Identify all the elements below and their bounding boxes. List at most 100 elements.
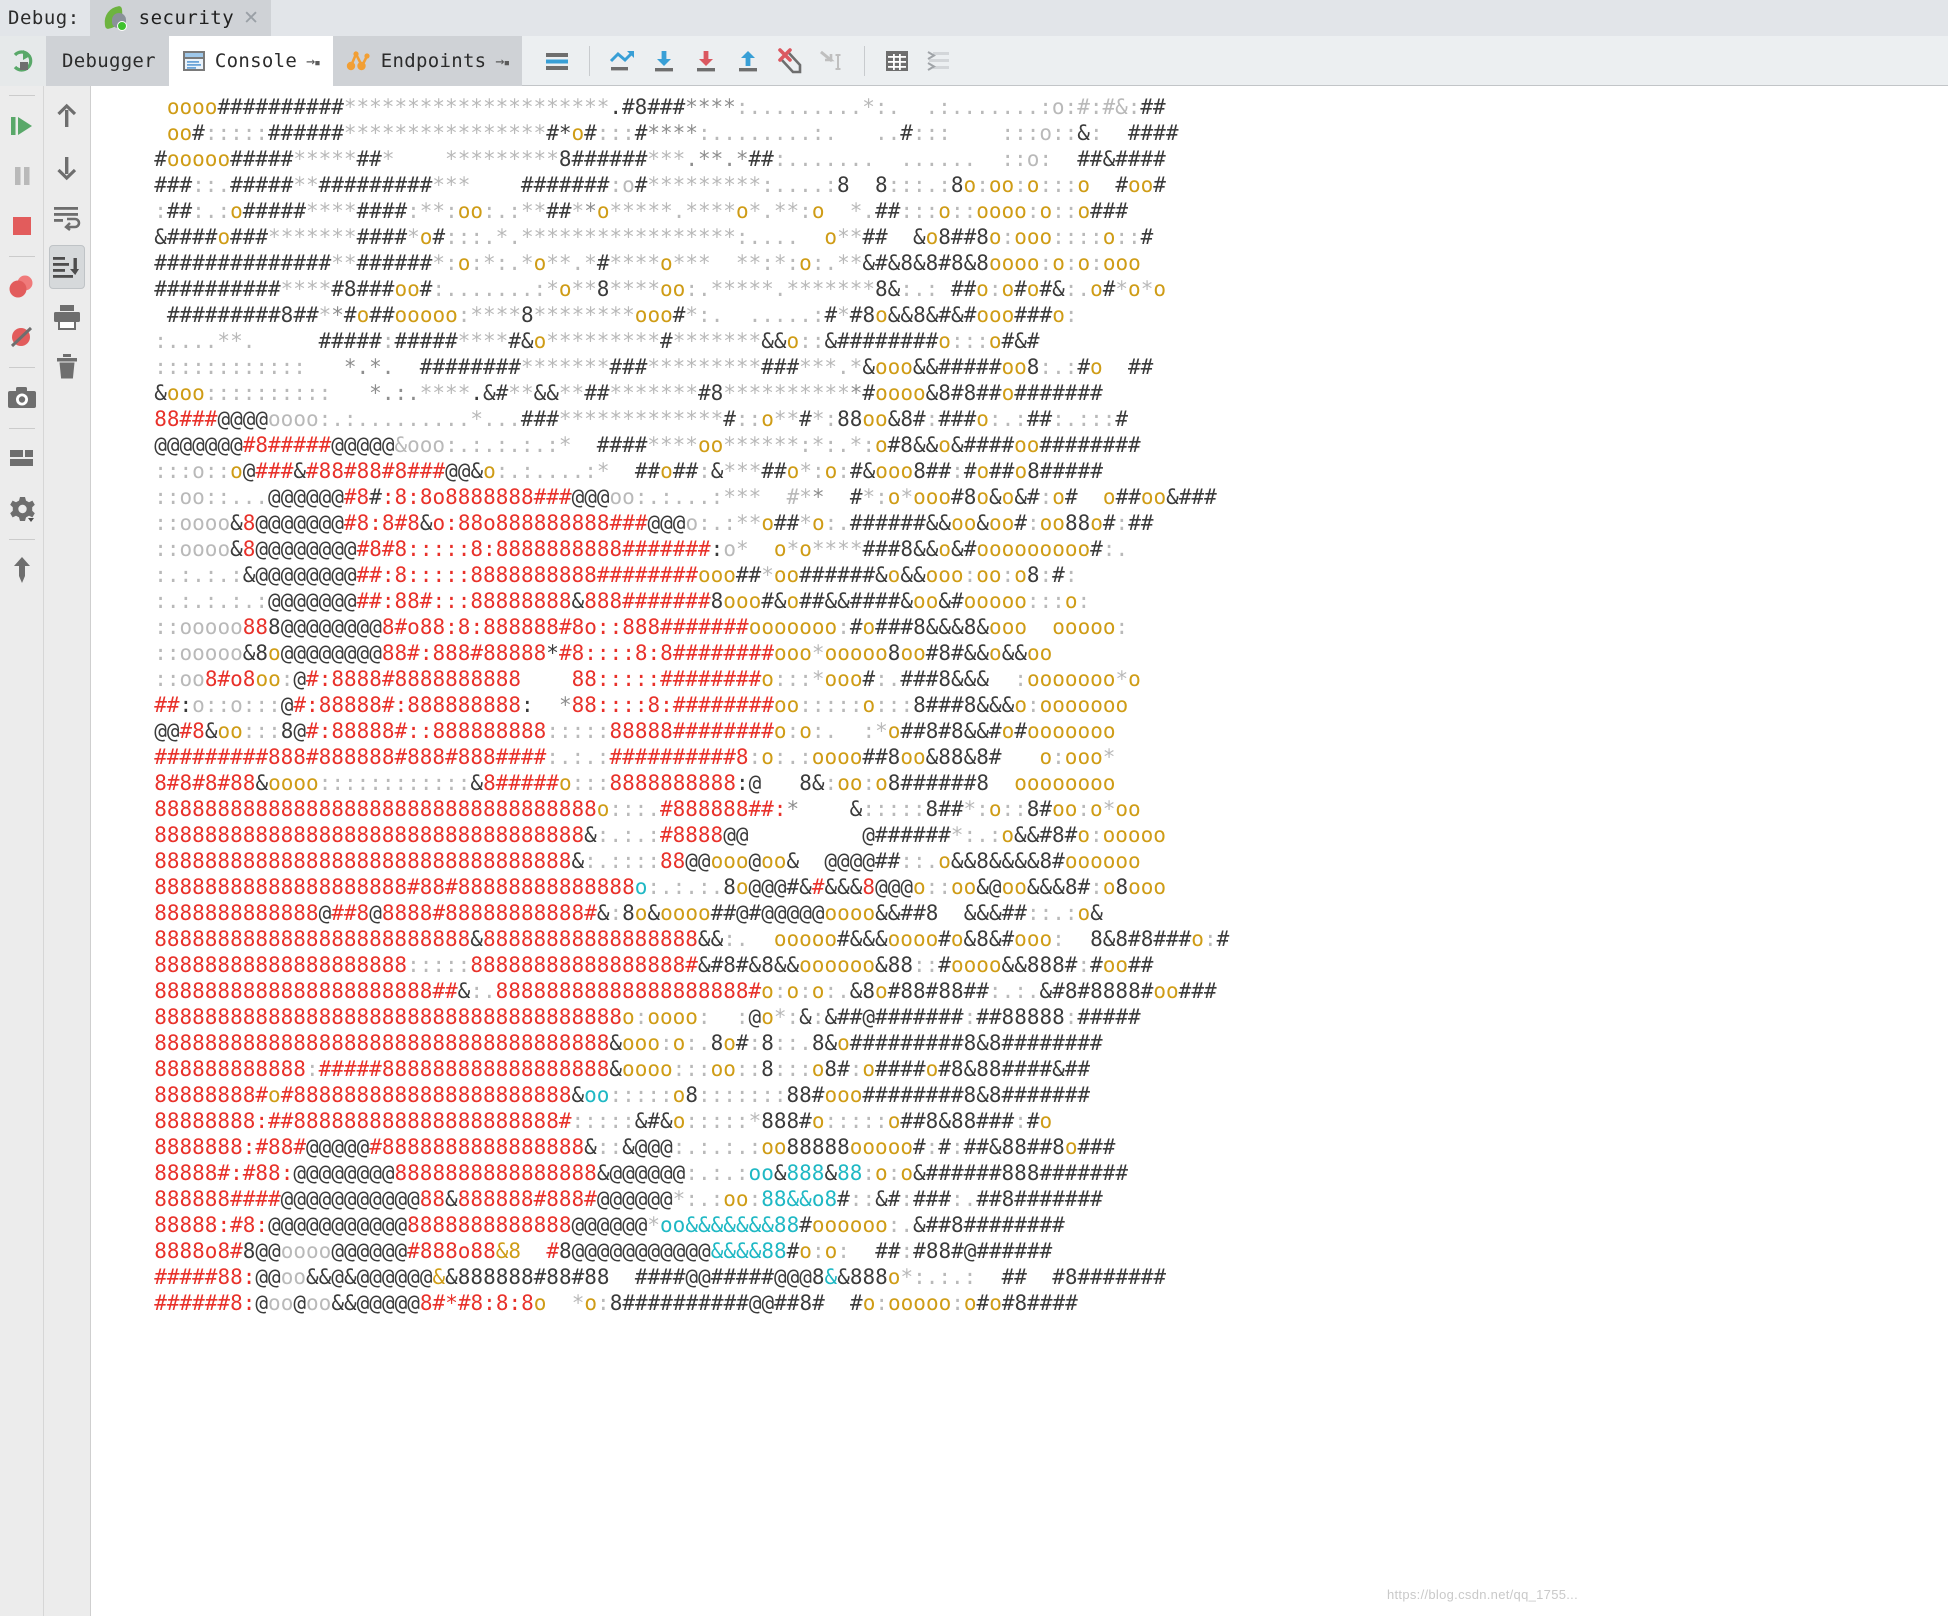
rail-divider xyxy=(8,367,35,368)
tab-console-label: Console xyxy=(214,49,298,72)
ascii-art-line: ::ooooo888@@@@@@@@8#o88:8:888888#8o::888… xyxy=(154,615,1129,639)
up-arrow-icon[interactable] xyxy=(45,92,89,142)
ascii-art-line: 88888#:#88:@@@@@@@@8888888888888888&@@@@… xyxy=(154,1161,1128,1185)
ascii-art-line: #ooooo#####*****##* *********8######***.… xyxy=(154,147,1166,171)
ascii-art-line: ::oooo&8@@@@@@@@#8#8:::::8:8888888888###… xyxy=(154,537,1129,561)
ascii-art-line: ######8:@oo@oo&&@@@@@8#*#8:8:8o *o:8####… xyxy=(154,1291,1078,1315)
ascii-art-line: oooo##########*********************.#8##… xyxy=(166,95,1166,119)
stop-program-icon[interactable] xyxy=(0,201,44,251)
ascii-art-line: 8888888888888888888888888888888888888o:o… xyxy=(154,1005,1141,1029)
table-view-icon[interactable] xyxy=(876,36,918,86)
ascii-art-line: ##########****#8###oo#:.......:*o**8****… xyxy=(154,277,1166,301)
rerun-icon[interactable] xyxy=(0,35,46,86)
ascii-art-line: 8888888888888888888888888&88888888888888… xyxy=(154,927,1230,951)
scroll-up-icon[interactable] xyxy=(727,36,769,86)
tab-endpoints-pin-icon[interactable]: →▪ xyxy=(495,52,510,70)
rail-divider xyxy=(8,95,35,96)
ascii-art-line: 8#8#8#88&oooo::::::::::::&8#####o:::8888… xyxy=(154,771,1116,795)
watermark-text: https://blog.csdn.net/qq_1755... xyxy=(1386,1587,1578,1602)
ascii-art-line: 888888####@@@@@@@@@@@88&888888#888#@@@@@… xyxy=(154,1187,1103,1211)
run-configuration-tab[interactable]: security ✕ xyxy=(89,0,272,36)
ascii-art-line: ::ooooo&8o@@@@@@@@88#:888#88888*#8::::8:… xyxy=(154,641,1053,665)
tab-debugger[interactable]: Debugger xyxy=(46,35,169,86)
tab-endpoints-label: Endpoints xyxy=(380,49,487,72)
toolbar-divider-2 xyxy=(864,45,866,76)
ascii-art-line: 88888888888888888888888888888888888o:::.… xyxy=(154,797,1141,821)
view-breakpoints-icon[interactable] xyxy=(0,262,44,312)
scroll-to-top-icon[interactable] xyxy=(601,36,643,86)
ascii-art-line: 888888888888888888888888888888888&:.::::… xyxy=(154,849,1141,873)
debug-actions-rail xyxy=(0,86,44,1616)
console-output-panel[interactable]: oooo##########*********************.#8##… xyxy=(91,86,1948,1616)
ascii-art-line: 88888888#o#8888888888888888888888&oo::::… xyxy=(154,1083,1091,1107)
screenshot-icon[interactable] xyxy=(0,373,44,423)
ascii-art-output: oooo##########*********************.#8##… xyxy=(91,94,1229,1316)
scroll-down-icon[interactable] xyxy=(643,36,685,86)
console-tabs: Debugger Console →▪ Endpoints →▪ xyxy=(46,35,523,86)
ascii-art-line: 8888888:#88#@@@@@#8888888888888888&::&@@… xyxy=(154,1135,1116,1159)
ascii-art-line: ##############**######*:o:*:.*o**.*#****… xyxy=(154,251,1141,275)
tab-debugger-label: Debugger xyxy=(62,49,156,72)
down-arrow-icon[interactable] xyxy=(45,142,89,192)
ascii-art-line: ##:o::o:::@#:88888#:888888888: *88::::8:… xyxy=(154,693,1129,717)
ascii-art-line: #####88:@@oo&&@&@@@@@@&&888888#88#88 ###… xyxy=(154,1265,1167,1289)
spring-leaf-debug-icon xyxy=(102,5,130,31)
ascii-art-line: ::oooo&8@@@@@@@#8:8#8&o:88o888888888###@… xyxy=(154,511,1154,535)
console-icon xyxy=(182,50,206,72)
ascii-art-line: 8888888888888888888888##&:.8888888888888… xyxy=(154,979,1217,1003)
print-icon[interactable] xyxy=(45,292,89,342)
ascii-art-line: ###::.#####**#########*** #######:o#****… xyxy=(154,173,1166,197)
ascii-art-line: 888888888888888888888888888888888888&ooo… xyxy=(154,1031,1103,1055)
tab-console-pin-icon[interactable]: →▪ xyxy=(306,52,321,70)
settings-gear-icon[interactable] xyxy=(0,484,44,534)
ascii-art-line: &####o###*******####*o#:::.*.***********… xyxy=(154,225,1154,249)
debug-tool-window: Debug: security ✕ Debugger Console →▪ En… xyxy=(0,0,1948,1616)
scroll-to-end-active-icon[interactable] xyxy=(45,242,89,292)
resume-program-icon[interactable] xyxy=(0,101,44,151)
trash-icon[interactable] xyxy=(45,342,89,392)
ascii-art-line: :.:.:.:&@@@@@@@@##:8:::::8888888888#####… xyxy=(154,563,1078,587)
rail-divider xyxy=(8,428,35,429)
rail-divider xyxy=(8,539,35,540)
ascii-art-line: 88###@@@@oooo:.:.........*...###********… xyxy=(154,407,1129,431)
console-toolbar: Debugger Console →▪ Endpoints →▪ xyxy=(0,35,1948,86)
ascii-art-line: 888888888888:#####888888888888888888&ooo… xyxy=(154,1057,1091,1081)
soft-wrap-icon[interactable] xyxy=(536,36,578,86)
console-action-buttons xyxy=(522,36,960,86)
ascii-art-line: 8888888888888@##8@8888#88888888888#&:8o&… xyxy=(154,901,1103,925)
tab-console[interactable]: Console →▪ xyxy=(168,35,333,86)
ascii-art-line: 8888o8#8@@oooo@@@@@@#888o88&8 #8@@@@@@@@… xyxy=(154,1239,1053,1263)
ascii-art-line: ::oo8#o8oo:@#:8888#8888888888 88:::::###… xyxy=(154,667,1141,691)
ascii-art-line: :::o::o@###&#88#88#8###@@&o:.:....:* ##o… xyxy=(154,459,1103,483)
rail-divider xyxy=(8,256,35,257)
scroll-to-end-icon[interactable] xyxy=(685,36,727,86)
ascii-art-line: @@@@@@@#8#####@@@@@&ooo:.:.:.:.:* ####**… xyxy=(154,433,1141,457)
debug-label: Debug: xyxy=(8,7,80,29)
close-icon[interactable]: ✕ xyxy=(243,9,259,28)
debug-titlebar: Debug: security ✕ xyxy=(0,0,1948,36)
layout-settings-icon[interactable] xyxy=(0,434,44,484)
toolbar-divider-1 xyxy=(589,45,591,76)
align-lines-icon[interactable] xyxy=(918,36,960,86)
ascii-art-line: 88888888888888888888#88#88888888888888o:… xyxy=(154,875,1167,899)
ascii-art-line: #########8##**#o##ooooo:****8********ooo… xyxy=(166,303,1078,327)
console-actions-rail xyxy=(44,86,91,1616)
clear-all-icon[interactable] xyxy=(769,36,811,86)
soft-wrap-lines-icon[interactable] xyxy=(45,192,89,242)
ascii-art-line: 88888888:##888888888888888888888#:::::&#… xyxy=(154,1109,1053,1133)
pin-tab-icon[interactable] xyxy=(0,545,44,595)
pause-program-icon[interactable] xyxy=(0,151,44,201)
wrap-text-icon[interactable] xyxy=(811,36,853,86)
ascii-art-line: #########888#888888#888#888####:.:.:####… xyxy=(154,745,1116,769)
ascii-art-line: :##:.:o#####****####:**:oo:.:**##**o****… xyxy=(154,199,1129,223)
ascii-art-line: :....**. #####:#####****#&o*********#***… xyxy=(154,329,1040,353)
mute-breakpoints-icon[interactable] xyxy=(0,312,44,362)
tab-endpoints[interactable]: Endpoints →▪ xyxy=(332,35,523,86)
ascii-art-line: 88888888888888888888:::::888888888888888… xyxy=(154,953,1154,977)
endpoints-icon xyxy=(346,49,372,73)
ascii-art-line: oo#:::::######****************#*o#:::#**… xyxy=(166,121,1179,145)
ascii-art-line: :::::::::::: *.*. ########*******###****… xyxy=(154,355,1154,379)
ascii-art-line: &ooo:::::::::: *.:.****.&#**&&**##******… xyxy=(154,381,1103,405)
ascii-art-line: 8888888888888888888888888888888888&:.:.:… xyxy=(154,823,1166,847)
ascii-art-line: 88888:#8:@@@@@@@@@@@8888888888888@@@@@@*… xyxy=(154,1213,1065,1237)
